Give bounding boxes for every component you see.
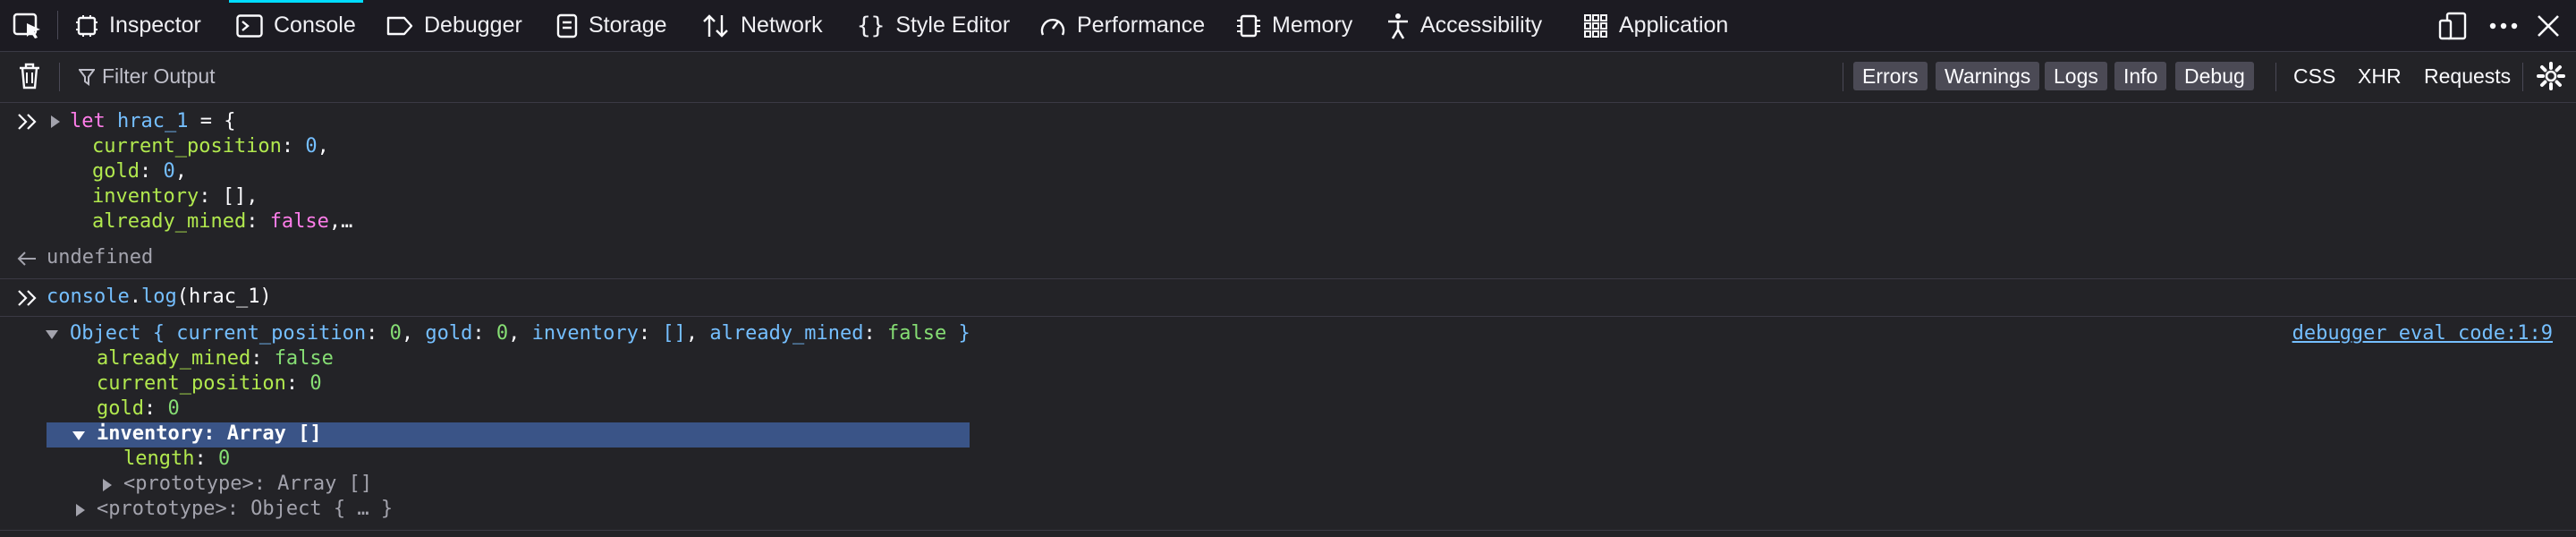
network-icon xyxy=(703,13,728,38)
inspector-icon xyxy=(76,14,97,37)
collapse-arrow-icon[interactable] xyxy=(45,329,59,340)
input-line[interactable]: let hrac_1 = { xyxy=(70,110,235,132)
input-prompt-icon xyxy=(18,114,37,130)
filter-warnings-button[interactable]: Warnings xyxy=(1936,62,2040,90)
tab-storage[interactable]: Storage xyxy=(556,0,667,51)
object-property: current_position: 0 xyxy=(97,372,322,395)
filter-logs-button[interactable]: Logs xyxy=(2045,62,2107,90)
trash-icon[interactable] xyxy=(18,63,41,90)
performance-icon xyxy=(1040,18,1065,35)
tab-network[interactable]: Network xyxy=(701,0,823,51)
tab-bar-separator xyxy=(57,11,58,39)
toolbar-separator xyxy=(59,63,60,91)
object-summary[interactable]: Object { current_position: 0, gold: 0, i… xyxy=(70,322,970,345)
expand-arrow-icon[interactable] xyxy=(102,478,113,492)
tab-performance[interactable]: Performance xyxy=(1039,0,1205,51)
debugger-icon xyxy=(386,16,413,35)
filter-errors-button[interactable]: Errors xyxy=(1853,62,1928,90)
element-picker-icon[interactable] xyxy=(13,12,43,40)
filter-css-button[interactable]: CSS xyxy=(2293,64,2335,89)
active-tab-indicator xyxy=(229,0,363,3)
input-line: inventory: [], xyxy=(92,185,258,208)
filter-output-input[interactable]: Filter Output xyxy=(79,64,216,89)
result-value: undefined xyxy=(47,246,154,268)
inventory-property: inventory: Array [] xyxy=(97,422,322,445)
object-property: length: 0 xyxy=(123,448,231,470)
object-property: already_mined: false xyxy=(97,347,334,370)
tab-style-editor[interactable]: {} Style Editor xyxy=(857,0,1010,51)
message-divider xyxy=(0,530,2576,531)
application-icon xyxy=(1584,13,1607,38)
console-toolbar: Filter Output Errors Warnings Logs Info … xyxy=(0,52,2576,103)
filter-debug-button[interactable]: Debug xyxy=(2175,62,2254,90)
object-property: gold: 0 xyxy=(97,397,180,420)
toolbar-separator xyxy=(2275,63,2276,91)
filter-placeholder: Filter Output xyxy=(102,64,216,88)
expand-arrow-icon[interactable] xyxy=(50,115,61,129)
input-line[interactable]: console.log(hrac_1) xyxy=(47,286,272,308)
prototype-property[interactable]: <prototype>: Array [] xyxy=(123,473,372,495)
message-divider xyxy=(0,316,2576,317)
input-line: current_position: 0, xyxy=(92,135,329,158)
close-icon[interactable] xyxy=(2535,12,2562,40)
filter-xhr-button[interactable]: XHR xyxy=(2358,64,2402,89)
prototype-property[interactable]: <prototype>: Object { … } xyxy=(97,498,393,520)
accessibility-icon xyxy=(1388,13,1408,39)
tab-application[interactable]: Application xyxy=(1583,0,1728,51)
filter-icon xyxy=(79,68,95,86)
result-arrow-icon xyxy=(17,251,36,266)
dock-options-icon[interactable] xyxy=(2438,12,2467,40)
devtools-tab-bar: Inspector Console Debugger Storage Netwo… xyxy=(0,0,2576,52)
filter-info-button[interactable]: Info xyxy=(2114,62,2167,90)
expand-arrow-icon[interactable] xyxy=(75,503,86,517)
settings-gear-icon[interactable] xyxy=(2537,62,2565,90)
more-options-icon[interactable] xyxy=(2488,12,2519,40)
tab-console[interactable]: Console xyxy=(229,0,363,51)
console-icon xyxy=(236,13,263,38)
storage-icon xyxy=(556,13,578,38)
collapse-arrow-icon[interactable] xyxy=(72,430,86,441)
input-line: already_mined: false,… xyxy=(92,210,353,233)
filter-requests-button[interactable]: Requests xyxy=(2424,64,2511,89)
tab-accessibility[interactable]: Accessibility xyxy=(1386,0,1542,51)
message-divider xyxy=(0,278,2576,279)
style-editor-icon: {} xyxy=(857,12,886,39)
tab-inspector[interactable]: Inspector xyxy=(75,0,201,51)
source-location-link[interactable]: debugger eval code:1:9 xyxy=(2292,322,2553,345)
tab-debugger[interactable]: Debugger xyxy=(386,0,522,51)
input-prompt-icon xyxy=(18,290,37,306)
toolbar-separator xyxy=(2522,63,2523,91)
tab-memory[interactable]: Memory xyxy=(1236,0,1352,51)
memory-icon xyxy=(1237,14,1260,37)
input-line: gold: 0, xyxy=(92,160,187,183)
